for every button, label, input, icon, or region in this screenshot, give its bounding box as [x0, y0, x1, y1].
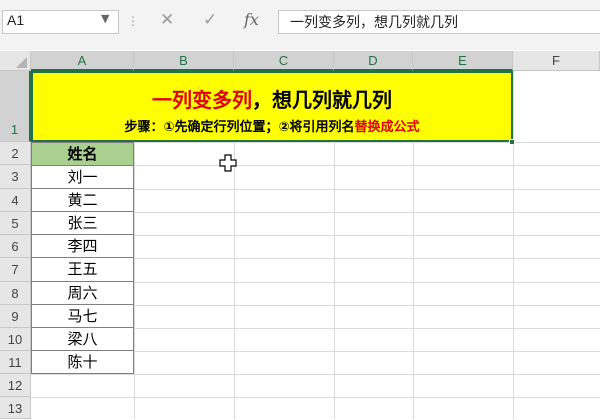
name-cell[interactable]: 周六 — [31, 282, 134, 305]
fx-icon[interactable]: fx — [244, 10, 259, 29]
gridline — [513, 71, 514, 419]
name-cell[interactable]: 王五 — [31, 258, 134, 282]
cancel-icon[interactable]: ✕ — [160, 10, 174, 30]
row-header-9[interactable]: 9 — [0, 305, 31, 328]
row-header-3[interactable]: 3 — [0, 165, 31, 189]
row-header-13[interactable]: 13 — [0, 397, 31, 419]
column-header-a[interactable]: A — [31, 51, 134, 71]
header-cell-name[interactable]: 姓名 — [31, 142, 134, 166]
row-header-6[interactable]: 6 — [0, 235, 31, 258]
subtitle-text: 步骤：①先确定行列位置；②将引用列名替换成公式 — [31, 116, 513, 135]
name-cell[interactable]: 刘一 — [31, 166, 134, 189]
title-red-text: 一列变多列 — [152, 88, 252, 112]
name-cell[interactable]: 梁八 — [31, 328, 134, 351]
name-cell[interactable]: 黄二 — [31, 189, 134, 212]
row-header-12[interactable]: 12 — [0, 374, 31, 397]
name-cell[interactable]: 马七 — [31, 305, 134, 328]
row-header-11[interactable]: 11 — [0, 351, 31, 374]
subtitle-black-text: 步骤：①先确定行列位置；②将引用列名 — [124, 120, 355, 135]
row-header-4[interactable]: 4 — [0, 189, 31, 212]
formula-text[interactable]: 一列变多列，想几列就几列 — [290, 12, 458, 32]
dropdown-arrow-icon[interactable]: ▼ — [101, 12, 109, 25]
row-header-8[interactable]: 8 — [0, 282, 31, 305]
row-header-2[interactable]: 2 — [0, 142, 31, 165]
row-header-10[interactable]: 10 — [0, 328, 31, 351]
row-header-7[interactable]: 7 — [0, 258, 31, 282]
splitter-dots-icon[interactable]: ⋮ — [127, 14, 139, 28]
name-cell[interactable]: 李四 — [31, 235, 134, 258]
column-header-f[interactable]: F — [513, 51, 600, 71]
fill-handle[interactable] — [509, 139, 515, 145]
select-all-triangle-icon — [16, 57, 27, 68]
title-black-text: ，想几列就几列 — [252, 88, 392, 112]
name-cell[interactable]: 张三 — [31, 212, 134, 235]
gridline — [31, 374, 600, 375]
column-header-d[interactable]: D — [334, 51, 413, 71]
column-header-c[interactable]: C — [234, 51, 334, 71]
subtitle-red-text: 替换成公式 — [354, 120, 420, 135]
name-box-value[interactable]: A1 — [7, 12, 24, 28]
row-header-5[interactable]: 5 — [0, 212, 31, 235]
name-cell[interactable]: 陈十 — [31, 351, 134, 374]
title-text: 一列变多列，想几列就几列 — [31, 84, 513, 113]
enter-icon[interactable]: ✓ — [203, 10, 217, 30]
row-header-1[interactable]: 1 — [0, 71, 31, 142]
column-header-b[interactable]: B — [134, 51, 234, 71]
column-header-e[interactable]: E — [413, 51, 513, 71]
cross-cursor-icon — [219, 154, 237, 172]
gridline — [31, 397, 600, 398]
